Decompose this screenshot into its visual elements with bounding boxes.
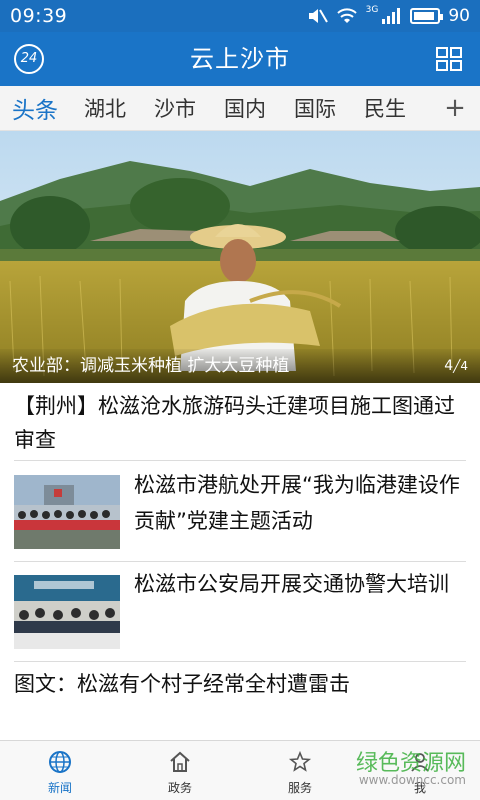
- hero-image: [0, 131, 480, 383]
- globe-icon: [49, 751, 71, 773]
- nav-government[interactable]: 政务: [120, 741, 240, 800]
- add-tab-button[interactable]: +: [430, 93, 480, 123]
- pager-current: 4: [444, 358, 454, 374]
- tab-guoji[interactable]: 国际: [280, 93, 350, 123]
- mute-icon: [308, 9, 328, 23]
- hero-pager: 4╱4: [444, 358, 468, 374]
- news-thumbnail-2[interactable]: [14, 475, 120, 549]
- news-item-2[interactable]: 松滋市港航处开展“我为临港建设作贡献”党建主题活动: [134, 467, 464, 539]
- grid-menu-icon[interactable]: [436, 47, 462, 71]
- status-time: 09:39: [10, 5, 68, 27]
- watermark-url: www.downcc.com: [358, 773, 466, 787]
- nav-government-label: 政务: [167, 781, 192, 795]
- network-type: 3G: [365, 5, 379, 15]
- thumbnail-image: [14, 475, 120, 549]
- tab-guonei[interactable]: 国内: [210, 93, 280, 123]
- tab-toutiao[interactable]: 头条: [0, 91, 70, 125]
- nav-news-label: 新闻: [47, 781, 72, 795]
- thumbnail-image: [14, 575, 120, 649]
- hero-caption: 农业部：调减玉米种植 扩大大豆种植: [0, 349, 480, 383]
- news-item-4[interactable]: 图文：松滋有个村子经常全村遭雷击: [14, 667, 466, 701]
- nav-services-label: 服务: [287, 781, 312, 795]
- nav-news[interactable]: 新闻: [0, 741, 120, 800]
- news-item-1[interactable]: 【荆州】松滋沧水旅游码头迁建项目施工图通过审查: [14, 389, 466, 457]
- star-icon: [288, 750, 312, 772]
- tab-shashi[interactable]: 沙市: [140, 93, 210, 123]
- tab-hubei[interactable]: 湖北: [70, 93, 140, 123]
- home-icon: [170, 751, 190, 772]
- signal-icon: [382, 8, 401, 24]
- divider: [14, 661, 466, 662]
- wifi-icon: [336, 8, 357, 23]
- hero-banner[interactable]: 农业部：调减玉米种植 扩大大豆种植 4╱4: [0, 131, 480, 383]
- status-bar: 09:39 3G 90: [0, 0, 480, 32]
- battery-icon: [410, 8, 444, 24]
- tab-minsheng[interactable]: 民生: [350, 93, 420, 123]
- status-icons: 3G 90: [306, 5, 470, 26]
- news-thumbnail-3[interactable]: [14, 575, 120, 649]
- app-screen: 09:39 3G 90 24 云上沙市 头条 湖北 沙市 国内 国际 民生 + …: [0, 0, 480, 800]
- app-header: 24 云上沙市: [0, 32, 480, 86]
- pager-total: 4: [460, 359, 468, 373]
- battery-percent: 90: [448, 6, 470, 26]
- watermark: 绿色资源网 www.downcc.com: [356, 745, 466, 787]
- category-tabs: 头条 湖北 沙市 国内 国际 民生 +: [0, 86, 480, 131]
- nav-services[interactable]: 服务: [240, 741, 360, 800]
- news-item-3[interactable]: 松滋市公安局开展交通协警大培训: [134, 566, 464, 602]
- divider: [14, 561, 466, 562]
- divider: [14, 460, 466, 461]
- app-title: 云上沙市: [190, 45, 290, 73]
